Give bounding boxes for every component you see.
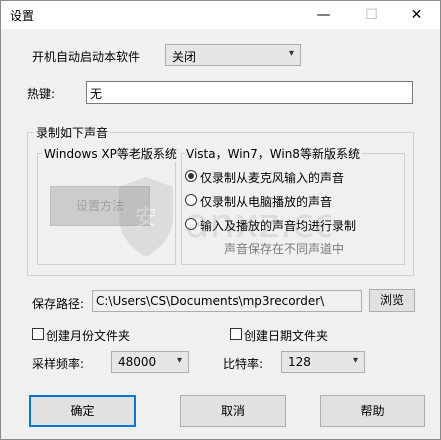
title-bar: 设置 — ☐ ✕ [1,1,440,29]
minimize-button[interactable]: — [301,1,346,29]
sample-rate-value: 48000 [118,355,157,369]
autostart-label: 开机自动启动本软件 [32,50,141,64]
watermark: 安 anxz.com [111,169,378,272]
autostart-select[interactable]: 关闭 ▾ [165,44,301,66]
settings-dialog: 设置 — ☐ ✕ 开机自动启动本软件 关闭 ▾ 热键: 无 录制如下声音 Win… [0,0,441,440]
svg-text:安: 安 [135,206,157,231]
date-folder-checkbox[interactable] [230,328,242,340]
autostart-value: 关闭 [172,50,197,64]
maximize-button[interactable]: ☐ [349,1,394,29]
shield-watermark-icon: 安 anxz.com [119,177,378,257]
hotkey-value: 无 [90,87,103,101]
record-group-title: 录制如下声音 [34,124,111,141]
cancel-button[interactable]: 取消 [180,395,286,427]
ok-button[interactable]: 确定 [29,395,136,427]
new-system-group-title: Vista，Win7，Win8等新版系统 [184,145,362,162]
browse-button[interactable]: 浏览 [369,289,415,312]
save-path-value: C:\Users\CS\Documents\mp3recorder\ [96,294,325,308]
save-path-input[interactable]: C:\Users\CS\Documents\mp3recorder\ [92,290,362,312]
bitrate-select[interactable]: 128 ▾ [281,351,365,373]
hotkey-label: 热键: [27,87,56,101]
chevron-down-icon: ▾ [288,48,294,59]
month-folder-checkbox[interactable] [32,328,44,340]
sample-rate-label: 采样频率: [32,357,85,371]
close-button[interactable]: ✕ [394,1,439,29]
legacy-group-title: Windows XP等老版系统 [42,145,179,162]
sample-rate-select[interactable]: 48000 ▾ [111,351,189,373]
month-folder-label: 创建月份文件夹 [46,329,131,343]
date-folder-label: 创建日期文件夹 [244,329,329,343]
window-title: 设置 [10,9,35,23]
watermark-text: anxz.com [185,201,331,247]
save-path-label: 保存路径: [32,297,85,311]
chevron-down-icon: ▾ [176,355,182,366]
hotkey-input[interactable]: 无 [86,81,413,104]
bitrate-label: 比特率: [223,357,264,371]
help-button[interactable]: 帮助 [320,395,425,427]
bitrate-value: 128 [288,355,311,369]
chevron-down-icon: ▾ [352,355,358,366]
